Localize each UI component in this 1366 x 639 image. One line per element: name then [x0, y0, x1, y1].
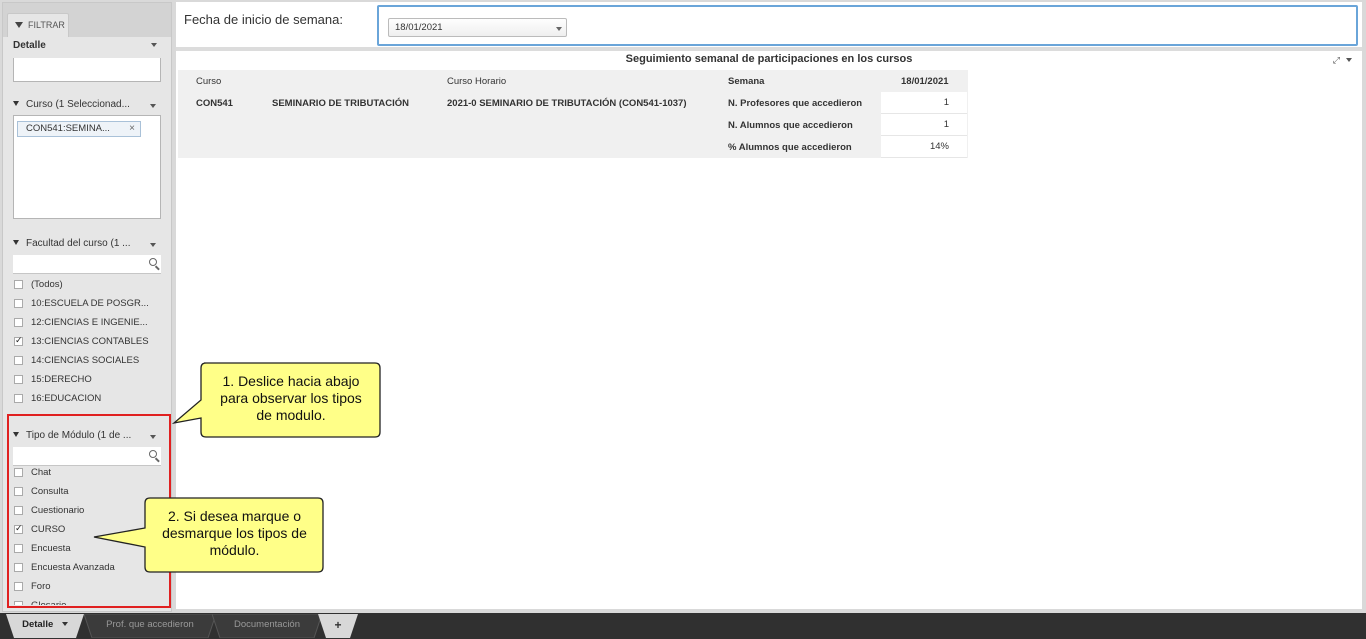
dashboard-area: Fecha de inicio de semana: 18/01/2021 Se… [176, 2, 1362, 609]
course-dropdown-icon[interactable] [150, 104, 156, 108]
header-semana: Semana [728, 76, 765, 87]
checkbox[interactable] [14, 393, 23, 403]
viz-toolbar: ⤢ [1333, 55, 1352, 66]
parameter-frame: 18/01/2021 [377, 5, 1358, 46]
measure-label: N. Profesores que accedieron [728, 98, 863, 109]
plus-icon: + [334, 618, 342, 632]
week-start-value: 18/01/2021 [395, 22, 443, 33]
callout-1-line: 1. Deslice hacia abajo [222, 373, 360, 389]
viz-menu-icon[interactable] [1346, 58, 1352, 62]
checkbox[interactable] [14, 335, 23, 346]
tab-documentacion[interactable]: Documentación [212, 614, 322, 638]
checkbox-label: 14:CIENCIAS SOCIALES [31, 354, 140, 366]
callout-check-hint: 2. Si desea marque o desmarque los tipos… [92, 495, 328, 575]
checkbox[interactable] [14, 374, 23, 384]
callout-1-line: de modulo. [256, 407, 326, 423]
tab-label: Prof. que accedieron [106, 619, 194, 630]
checkbox-label: (Todos) [31, 278, 63, 290]
filter-tab-label-wrap[interactable]: FILTRAR [15, 20, 65, 30]
measure-value[interactable]: 1 [881, 92, 967, 114]
sheet-tab-bar: Detalle Prof. que accedieron Documentaci… [0, 613, 1366, 639]
callout-2-line: desmarque los tipos de [162, 525, 307, 541]
checkbox[interactable] [14, 279, 23, 289]
callout-scroll-hint: 1. Deslice hacia abajo para observar los… [172, 360, 384, 440]
tab-label: Detalle [22, 619, 54, 630]
checkbox[interactable] [14, 298, 23, 308]
faculty-section-title: Facultad del curso (1 ... [13, 238, 131, 249]
checkbox-item[interactable]: 13:CIENCIAS CONTABLES [14, 334, 149, 348]
callout-2-line: 2. Si desea marque o [167, 508, 302, 524]
checkbox-label: 15:DERECHO [31, 373, 92, 385]
expand-icon[interactable]: ⤢ [1333, 55, 1340, 66]
chevron-down-icon[interactable] [556, 27, 562, 31]
parameter-label: Fecha de inicio de semana: [184, 12, 343, 27]
checkbox-item[interactable]: 14:CIENCIAS SOCIALES [14, 353, 139, 367]
measure-value[interactable]: 14% [881, 136, 967, 158]
collapse-icon[interactable] [13, 240, 19, 245]
add-sheet-button[interactable]: + [318, 614, 358, 638]
checkbox-item[interactable]: 16:EDUCACION [14, 391, 101, 405]
detail-section-title[interactable]: Detalle [13, 40, 46, 51]
course-code[interactable]: CON541 [196, 98, 233, 109]
week-start-select[interactable]: 18/01/2021 [388, 18, 567, 37]
measure-label: % Alumnos que accedieron [728, 142, 852, 153]
faculty-dropdown-icon[interactable] [150, 243, 156, 247]
funnel-icon [15, 22, 23, 28]
crosstab: Curso Curso Horario Semana 18/01/2021 CO… [178, 70, 968, 158]
checkbox-label: 10:ESCUELA DE POSGR... [31, 297, 149, 309]
course-schedule[interactable]: 2021-0 SEMINARIO DE TRIBUTACIÓN (CON541-… [447, 98, 687, 109]
detail-list-box[interactable] [13, 58, 161, 82]
checkbox-label: 13:CIENCIAS CONTABLES [31, 335, 149, 347]
course-chip[interactable]: CON541:SEMINA... × [17, 121, 141, 137]
collapse-icon[interactable] [13, 101, 19, 106]
checkbox[interactable] [14, 317, 23, 327]
header-curso-horario: Curso Horario [447, 76, 507, 87]
header-week-date: 18/01/2021 [901, 76, 949, 87]
chip-remove-icon[interactable]: × [129, 122, 135, 136]
course-chip-label: CON541:SEMINA... [26, 123, 110, 134]
tab-prof-accedieron[interactable]: Prof. que accedieron [84, 614, 216, 638]
faculty-search-input[interactable] [13, 255, 161, 274]
chevron-down-icon[interactable] [61, 622, 68, 626]
checkbox-item[interactable]: 10:ESCUELA DE POSGR... [14, 296, 149, 310]
header-curso: Curso [196, 76, 222, 87]
viz-title: Seguimiento semanal de participaciones e… [625, 53, 913, 65]
search-icon[interactable] [149, 258, 157, 266]
callout-2-line: módulo. [209, 542, 260, 558]
course-selection-box[interactable]: CON541:SEMINA... × [13, 115, 161, 219]
course-section-title: Curso (1 Seleccionad... [13, 99, 130, 110]
measure-value[interactable]: 1 [881, 114, 967, 136]
detail-dropdown-icon[interactable] [151, 43, 157, 47]
checkbox-label: 16:EDUCACION [31, 392, 102, 404]
checkbox-label: 12:CIENCIAS E INGENIE... [31, 316, 148, 328]
callout-1-line: para observar los tipos [220, 390, 362, 406]
checkbox-item[interactable]: (Todos) [14, 277, 63, 291]
checkbox-item[interactable]: 15:DERECHO [14, 372, 92, 386]
measure-label: N. Alumnos que accedieron [728, 120, 853, 131]
parameter-bar: Fecha de inicio de semana: 18/01/2021 [176, 2, 1362, 46]
filter-tab-label: FILTRAR [28, 20, 65, 30]
divider [176, 47, 1362, 51]
checkbox-item[interactable]: 12:CIENCIAS E INGENIE... [14, 315, 148, 329]
tab-detalle[interactable]: Detalle [6, 614, 84, 638]
checkbox[interactable] [14, 355, 23, 365]
tab-label: Documentación [233, 619, 300, 630]
course-name[interactable]: SEMINARIO DE TRIBUTACIÓN [272, 98, 409, 109]
